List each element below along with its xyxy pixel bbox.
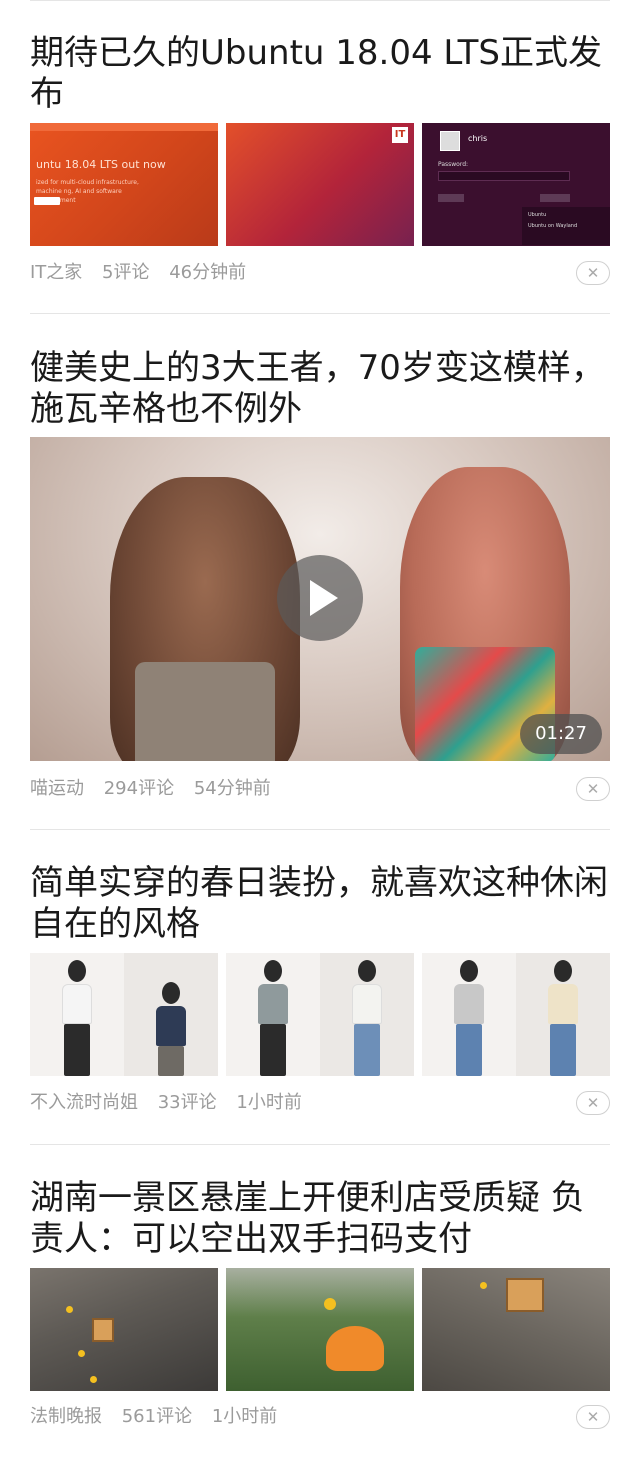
model-figure bbox=[156, 982, 186, 1076]
thumbnail-image[interactable]: chris Password: Ubuntu Ubuntu on Wayland bbox=[422, 123, 610, 246]
dismiss-button[interactable]: ✕ bbox=[576, 261, 610, 285]
divider bbox=[30, 313, 610, 314]
comment-count: 5评论 bbox=[102, 262, 150, 283]
thumbnail-image[interactable] bbox=[30, 953, 218, 1076]
comment-count: 561评论 bbox=[121, 1406, 193, 1427]
cancel-button bbox=[438, 194, 464, 202]
thumbnail-image[interactable] bbox=[30, 1268, 218, 1391]
climber bbox=[66, 1306, 73, 1313]
article-title[interactable]: 期待已久的Ubuntu 18.04 LTS正式发布 bbox=[30, 33, 610, 115]
article-meta: 法制晚报 561评论 1小时前 bbox=[30, 1404, 291, 1430]
thumbnail-image[interactable]: IT bbox=[226, 123, 414, 246]
session-menu: Ubuntu Ubuntu on Wayland bbox=[522, 207, 610, 245]
model-figure bbox=[548, 960, 578, 1076]
divider bbox=[30, 1144, 610, 1145]
thumbnail-image[interactable] bbox=[226, 953, 414, 1076]
timestamp: 54分钟前 bbox=[193, 778, 271, 799]
top-divider bbox=[30, 0, 610, 1]
source-label: 法制晚报 bbox=[30, 1406, 102, 1427]
thumbnail-image[interactable] bbox=[422, 1268, 610, 1391]
comment-count: 33评论 bbox=[157, 1092, 217, 1113]
climber bbox=[90, 1376, 97, 1383]
article-meta: 喵运动 294评论 54分钟前 bbox=[30, 776, 285, 802]
session-option: Ubuntu on Wayland bbox=[528, 223, 578, 229]
climber bbox=[480, 1282, 487, 1289]
article-meta: 不入流时尚姐 33评论 1小时前 bbox=[30, 1090, 316, 1116]
thumbnail-image[interactable]: untu 18.04 LTS out now ized for multi-cl… bbox=[30, 123, 218, 246]
climber bbox=[324, 1298, 336, 1310]
comment-count: 294评论 bbox=[103, 778, 175, 799]
source-label: 喵运动 bbox=[30, 778, 84, 799]
avatar bbox=[440, 131, 460, 151]
thumbnail-text: untu 18.04 LTS out now bbox=[36, 158, 166, 171]
close-icon: ✕ bbox=[586, 263, 600, 282]
close-icon: ✕ bbox=[586, 1407, 600, 1426]
photo-half bbox=[422, 953, 516, 1076]
thumbnail-button bbox=[34, 197, 60, 205]
cliff-store bbox=[506, 1278, 544, 1312]
article-title[interactable]: 健美史上的3大王者，70岁变这模样，施瓦辛格也不例外 bbox=[30, 348, 610, 430]
article-meta: IT之家 5评论 46分钟前 bbox=[30, 260, 260, 286]
dismiss-button[interactable]: ✕ bbox=[576, 1091, 610, 1115]
jeans-shape bbox=[135, 662, 275, 761]
climber bbox=[78, 1350, 85, 1357]
photo-half bbox=[516, 953, 610, 1076]
browser-bar bbox=[30, 123, 218, 131]
source-label: IT之家 bbox=[30, 262, 83, 283]
article-title[interactable]: 湖南一景区悬崖上开便利店受质疑 负责人：可以空出双手扫码支付 bbox=[30, 1178, 610, 1260]
article-title[interactable]: 简单实穿的春日装扮，就喜欢这种休闲自在的风格 bbox=[30, 863, 610, 945]
timestamp: 1小时前 bbox=[211, 1406, 278, 1427]
photo-half bbox=[30, 953, 124, 1076]
image-row[interactable] bbox=[30, 953, 610, 1076]
image-row[interactable] bbox=[30, 1268, 610, 1391]
helmet bbox=[326, 1326, 384, 1371]
close-icon: ✕ bbox=[586, 779, 600, 798]
password-field bbox=[438, 171, 570, 181]
model-figure bbox=[62, 960, 92, 1076]
photo-half bbox=[226, 953, 320, 1076]
thumbnail-image[interactable] bbox=[226, 1268, 414, 1391]
cliff-store bbox=[92, 1318, 114, 1342]
photo-half bbox=[320, 953, 414, 1076]
timestamp: 46分钟前 bbox=[169, 262, 247, 283]
password-label: Password: bbox=[438, 161, 469, 168]
sign-in-button bbox=[540, 194, 570, 202]
dismiss-button[interactable]: ✕ bbox=[576, 1405, 610, 1429]
model-figure bbox=[352, 960, 382, 1076]
video-duration: 01:27 bbox=[520, 714, 602, 754]
play-icon[interactable] bbox=[277, 555, 363, 641]
thumbnail-image[interactable] bbox=[422, 953, 610, 1076]
close-icon: ✕ bbox=[586, 1093, 600, 1112]
source-label: 不入流时尚姐 bbox=[30, 1092, 138, 1113]
dismiss-button[interactable]: ✕ bbox=[576, 777, 610, 801]
model-figure bbox=[258, 960, 288, 1076]
photo-half bbox=[124, 953, 218, 1076]
divider bbox=[30, 829, 610, 830]
session-option: Ubuntu bbox=[528, 212, 547, 218]
timestamp: 1小时前 bbox=[236, 1092, 302, 1113]
image-row[interactable]: untu 18.04 LTS out now ized for multi-cl… bbox=[30, 123, 610, 246]
ithome-logo-icon: IT bbox=[392, 127, 408, 143]
video-thumbnail[interactable]: 01:27 bbox=[30, 437, 610, 761]
model-figure bbox=[454, 960, 484, 1076]
login-username: chris bbox=[468, 134, 488, 143]
